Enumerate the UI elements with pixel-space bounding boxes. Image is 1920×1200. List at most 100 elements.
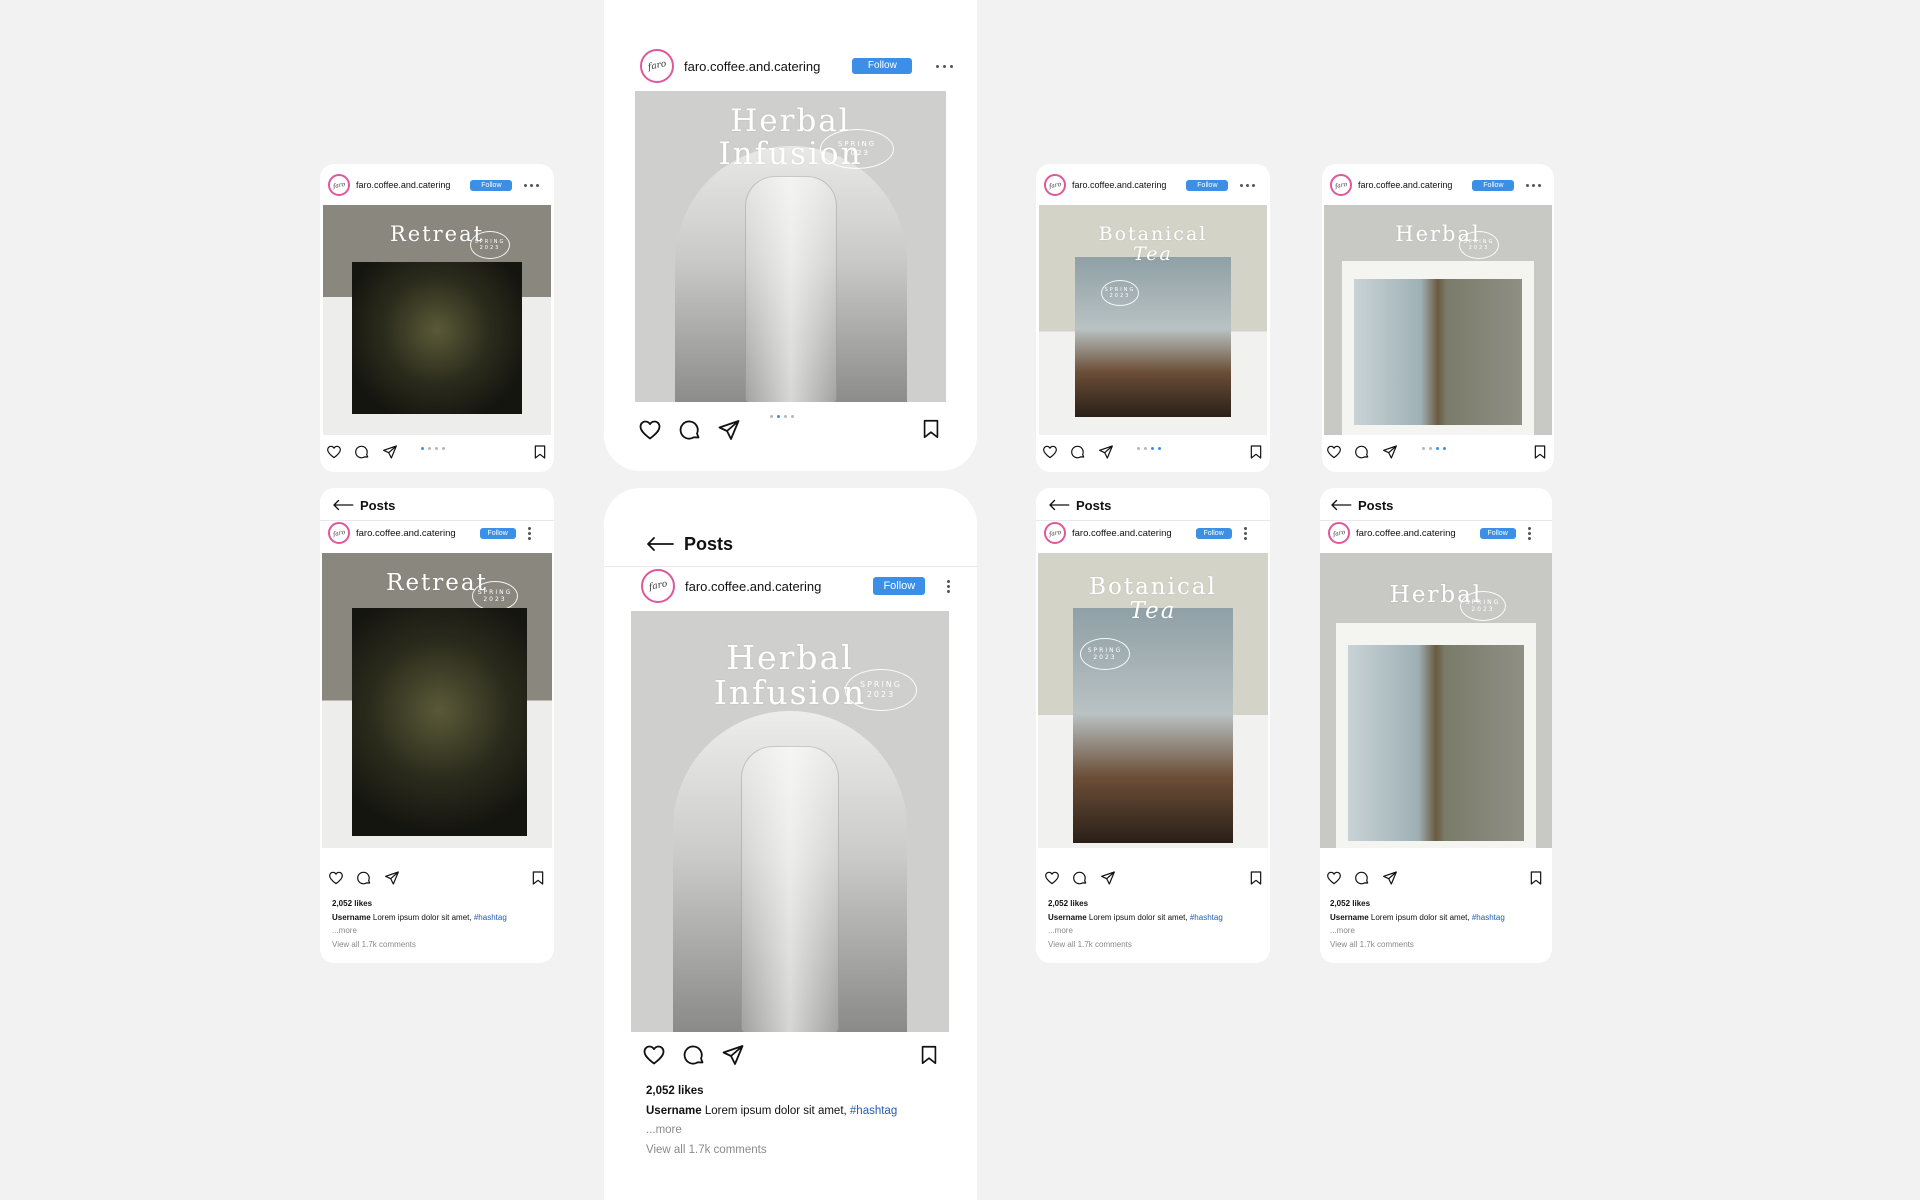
follow-button[interactable]: Follow: [1479, 527, 1516, 539]
post-image[interactable]: Retreat SPRING 2023: [323, 205, 551, 435]
avatar[interactable]: faro: [1328, 522, 1350, 544]
bookmark-icon[interactable]: [1532, 444, 1548, 460]
more-link[interactable]: ...more: [646, 1121, 966, 1141]
share-icon[interactable]: [1098, 444, 1114, 460]
more-options-icon[interactable]: [524, 183, 540, 187]
username[interactable]: faro.coffee.and.catering: [1356, 528, 1456, 539]
share-icon[interactable]: [717, 418, 741, 442]
comment-icon[interactable]: [1354, 444, 1370, 460]
username[interactable]: faro.coffee.and.catering: [685, 579, 821, 594]
follow-button[interactable]: Follow: [470, 179, 513, 191]
more-link[interactable]: ...more: [1330, 924, 1545, 938]
heart-icon[interactable]: [1044, 870, 1060, 886]
share-icon[interactable]: [1382, 444, 1398, 460]
more-options-icon[interactable]: [527, 526, 531, 540]
comment-icon[interactable]: [1070, 444, 1086, 460]
share-icon[interactable]: [382, 444, 398, 460]
follow-button[interactable]: Follow: [479, 527, 516, 539]
more-link[interactable]: ...more: [1048, 924, 1263, 938]
more-options-icon[interactable]: [1527, 526, 1531, 540]
heart-icon[interactable]: [326, 444, 342, 460]
heart-icon[interactable]: [1326, 870, 1342, 886]
back-arrow-icon[interactable]: [646, 536, 674, 552]
avatar[interactable]: faro: [1044, 174, 1066, 196]
avatar[interactable]: faro: [328, 522, 350, 544]
heart-icon[interactable]: [328, 870, 344, 886]
follow-button[interactable]: Follow: [1186, 179, 1229, 191]
heart-icon[interactable]: [642, 1043, 666, 1067]
view-comments-link[interactable]: View all 1.7k comments: [332, 938, 547, 952]
username[interactable]: faro.coffee.and.catering: [1358, 180, 1452, 190]
username[interactable]: faro.coffee.and.catering: [1072, 528, 1172, 539]
username[interactable]: faro.coffee.and.catering: [684, 59, 820, 74]
more-options-icon[interactable]: [1243, 526, 1247, 540]
post-image[interactable]: Herbal SPRING 2023: [1324, 205, 1552, 435]
caption-username[interactable]: Username: [332, 913, 371, 922]
avatar[interactable]: faro: [640, 49, 674, 83]
follow-button[interactable]: Follow: [873, 577, 926, 595]
likes-count[interactable]: 2,052 likes: [1330, 897, 1545, 911]
post-image[interactable]: Herbal SPRING 2023: [1320, 553, 1552, 848]
hashtag-link[interactable]: #hashtag: [1472, 913, 1505, 922]
post-image[interactable]: Herbal Infusion SPRING 2023: [631, 611, 949, 1032]
more-link[interactable]: ...more: [332, 924, 547, 938]
username[interactable]: faro.coffee.and.catering: [1072, 180, 1166, 190]
comment-icon[interactable]: [678, 418, 702, 442]
bookmark-icon[interactable]: [920, 418, 942, 440]
bookmark-icon[interactable]: [530, 870, 546, 886]
more-options-icon[interactable]: [947, 579, 951, 593]
hashtag-link[interactable]: #hashtag: [850, 1105, 897, 1117]
follow-button[interactable]: Follow: [1472, 179, 1515, 191]
share-icon[interactable]: [1100, 870, 1116, 886]
comment-icon[interactable]: [1354, 870, 1370, 886]
follow-button[interactable]: Follow: [1195, 527, 1232, 539]
back-arrow-icon[interactable]: [1330, 499, 1352, 511]
post-image[interactable]: Botanical Tea SPRING 2023: [1038, 553, 1268, 848]
back-arrow-icon[interactable]: [1048, 499, 1070, 511]
likes-count[interactable]: 2,052 likes: [332, 897, 547, 911]
bookmark-icon[interactable]: [1248, 444, 1264, 460]
view-comments-link[interactable]: View all 1.7k comments: [1330, 938, 1545, 952]
more-options-icon[interactable]: [1240, 183, 1256, 187]
likes-count[interactable]: 2,052 likes: [1048, 897, 1263, 911]
avatar[interactable]: faro: [641, 569, 675, 603]
share-icon[interactable]: [721, 1043, 745, 1067]
more-options-icon[interactable]: [1526, 183, 1542, 187]
username[interactable]: faro.coffee.and.catering: [356, 528, 456, 539]
heart-icon[interactable]: [1042, 444, 1058, 460]
post-image[interactable]: Herbal Infusion SPRING 2023: [635, 91, 946, 402]
caption-username[interactable]: Username: [1048, 913, 1087, 922]
post-image[interactable]: Botanical Tea SPRING 2023: [1039, 205, 1267, 435]
back-arrow-icon[interactable]: [332, 499, 354, 511]
comment-icon[interactable]: [356, 870, 372, 886]
bookmark-icon[interactable]: [1528, 870, 1544, 886]
share-icon[interactable]: [384, 870, 400, 886]
avatar[interactable]: faro: [1044, 522, 1066, 544]
caption-username[interactable]: Username: [646, 1105, 702, 1117]
heart-icon[interactable]: [1326, 444, 1342, 460]
more-options-icon[interactable]: [936, 64, 954, 68]
hashtag-link[interactable]: #hashtag: [1190, 913, 1223, 922]
heart-icon[interactable]: [638, 418, 662, 442]
bookmark-icon[interactable]: [532, 444, 548, 460]
share-icon[interactable]: [1382, 870, 1398, 886]
back-row[interactable]: Posts: [1048, 496, 1111, 514]
comment-icon[interactable]: [682, 1043, 706, 1067]
avatar[interactable]: faro: [1330, 174, 1352, 196]
back-row[interactable]: Posts: [1330, 496, 1393, 514]
view-comments-link[interactable]: View all 1.7k comments: [1048, 938, 1263, 952]
bookmark-icon[interactable]: [918, 1044, 940, 1066]
follow-button[interactable]: Follow: [852, 58, 913, 74]
likes-count[interactable]: 2,052 likes: [646, 1082, 966, 1102]
back-row[interactable]: Posts: [332, 496, 395, 514]
comment-icon[interactable]: [1072, 870, 1088, 886]
avatar[interactable]: faro: [328, 174, 350, 196]
comment-icon[interactable]: [354, 444, 370, 460]
hashtag-link[interactable]: #hashtag: [474, 913, 507, 922]
username[interactable]: faro.coffee.and.catering: [356, 180, 450, 190]
view-comments-link[interactable]: View all 1.7k comments: [646, 1141, 966, 1161]
bookmark-icon[interactable]: [1248, 870, 1264, 886]
caption-username[interactable]: Username: [1330, 913, 1369, 922]
back-row[interactable]: Posts: [646, 532, 733, 556]
post-image[interactable]: Retreat SPRING 2023: [322, 553, 552, 848]
